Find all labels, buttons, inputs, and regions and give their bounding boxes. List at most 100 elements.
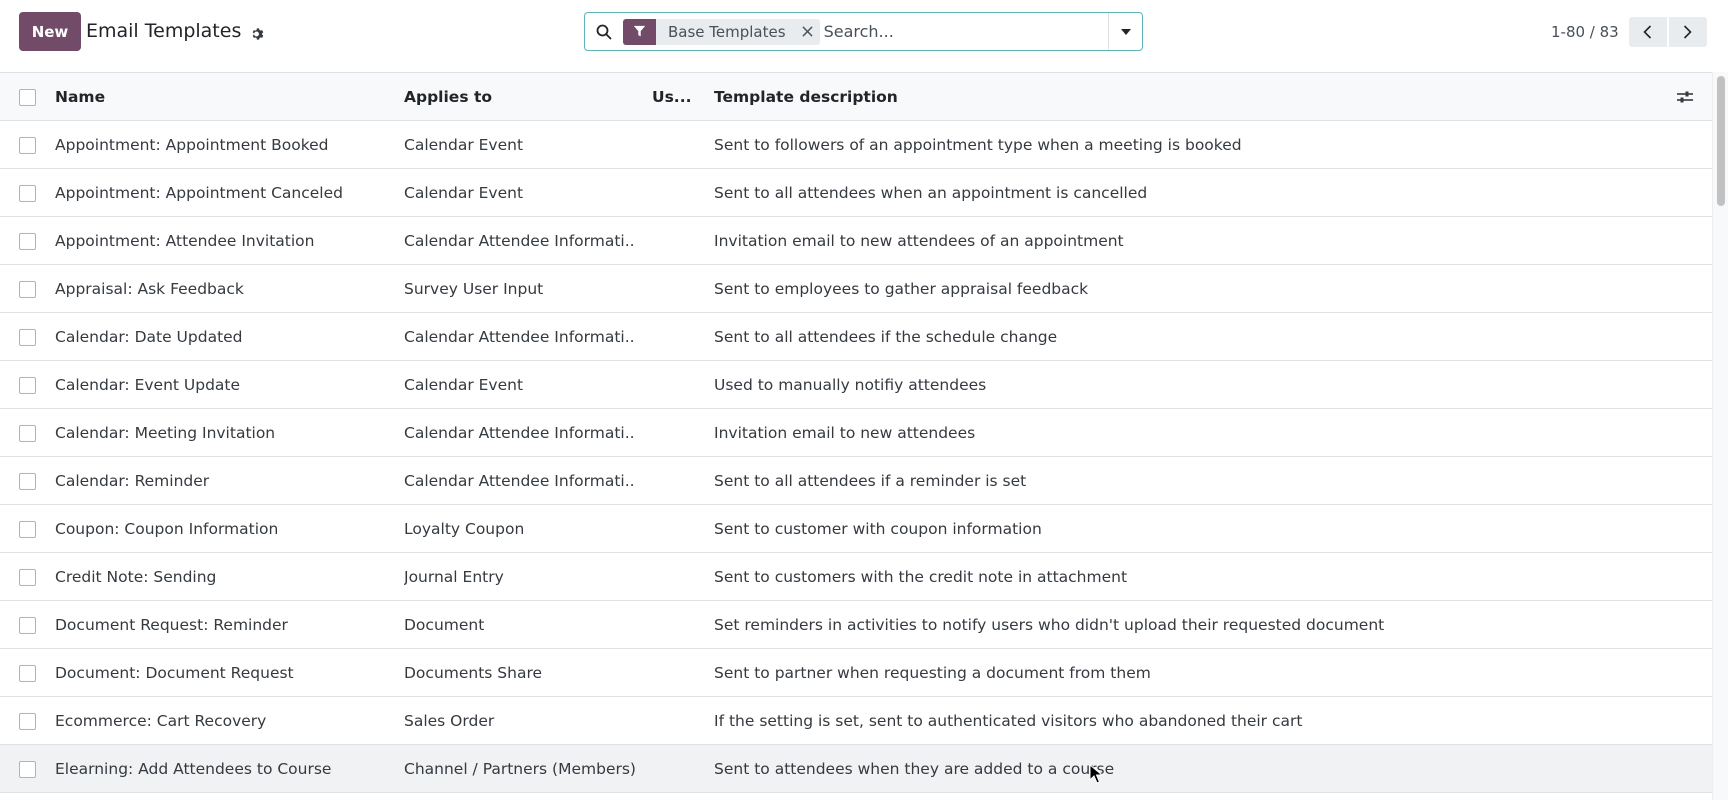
search-bar: Base Templates bbox=[584, 12, 1143, 51]
row-checkbox[interactable] bbox=[19, 761, 36, 778]
table-row[interactable]: Calendar: Date Updated Calendar Attendee … bbox=[0, 313, 1712, 361]
cell-name: Appointment: Appointment Booked bbox=[55, 136, 329, 154]
cell-applies-to: Document bbox=[404, 616, 485, 634]
chevron-left-icon bbox=[1643, 25, 1652, 39]
row-checkbox[interactable] bbox=[19, 713, 36, 730]
cell-applies-to: Calendar Event bbox=[404, 376, 524, 394]
cell-description: Sent to attendees when they are added to… bbox=[714, 760, 1115, 778]
cell-description: Invitation email to new attendees of an … bbox=[714, 232, 1124, 250]
column-header-name[interactable]: Name bbox=[55, 73, 395, 121]
column-header-used[interactable]: Us... bbox=[652, 73, 692, 121]
scrollbar[interactable] bbox=[1712, 72, 1728, 800]
search-icon[interactable] bbox=[585, 13, 623, 50]
cell-description: Set reminders in activities to notify us… bbox=[714, 616, 1385, 634]
pager-value[interactable]: 1-80 / 83 bbox=[1551, 23, 1619, 41]
cell-name: Appointment: Appointment Canceled bbox=[55, 184, 343, 202]
cell-description: Sent to followers of an appointment type… bbox=[714, 136, 1242, 154]
cell-applies-to: Survey User Input bbox=[404, 280, 544, 298]
cell-applies-to: Loyalty Coupon bbox=[404, 520, 525, 538]
cell-description: Sent to customer with coupon information bbox=[714, 520, 1042, 538]
pager-next-button[interactable] bbox=[1668, 17, 1707, 47]
cell-name: Coupon: Coupon Information bbox=[55, 520, 279, 538]
search-facet: Base Templates bbox=[623, 18, 820, 45]
sliders-icon[interactable] bbox=[1675, 87, 1695, 107]
row-checkbox[interactable] bbox=[19, 377, 36, 394]
cell-description: Sent to customers with the credit note i… bbox=[714, 568, 1128, 586]
row-checkbox[interactable] bbox=[19, 473, 36, 490]
filter-icon bbox=[623, 18, 656, 45]
cell-name: Document Request: Reminder bbox=[55, 616, 288, 634]
row-checkbox[interactable] bbox=[19, 185, 36, 202]
cell-description: Sent to partner when requesting a docume… bbox=[714, 664, 1151, 682]
table-row[interactable]: Document Request: Reminder Document Set re… bbox=[0, 601, 1712, 649]
control-panel: New Email Templates Base Templates 1-80 … bbox=[0, 0, 1728, 72]
table-row[interactable]: Document: Document Request Documents Shar… bbox=[0, 649, 1712, 697]
row-checkbox[interactable] bbox=[19, 617, 36, 634]
search-input[interactable] bbox=[819, 13, 1108, 50]
cell-name: Appraisal: Ask Feedback bbox=[55, 280, 244, 298]
cell-description: Sent to all attendees if a reminder is s… bbox=[714, 472, 1027, 490]
table-row[interactable]: Calendar: Reminder Calendar Attendee Info… bbox=[0, 457, 1712, 505]
cell-name: Appointment: Attendee Invitation bbox=[55, 232, 315, 250]
scrollbar-thumb[interactable] bbox=[1717, 76, 1725, 206]
pager: 1-80 / 83 bbox=[1551, 17, 1707, 47]
cell-description: Sent to employees to gather appraisal fe… bbox=[714, 280, 1089, 298]
table-row[interactable]: Appointment: Appointment Booked Calendar … bbox=[0, 121, 1712, 169]
row-checkbox[interactable] bbox=[19, 425, 36, 442]
page-title: Email Templates bbox=[86, 20, 242, 42]
row-checkbox[interactable] bbox=[19, 569, 36, 586]
cell-applies-to: Calendar Attendee Informati... bbox=[404, 424, 636, 442]
table-row[interactable]: Appointment: Attendee Invitation Calendar… bbox=[0, 217, 1712, 265]
select-all-checkbox[interactable] bbox=[19, 89, 36, 106]
cell-name: Calendar: Meeting Invitation bbox=[55, 424, 276, 442]
cell-name: Elearning: Add Attendees to Course bbox=[55, 760, 332, 778]
cell-description: Sent to all attendees if the schedule ch… bbox=[714, 328, 1058, 346]
chevron-right-icon bbox=[1684, 25, 1692, 39]
cell-applies-to: Documents Share bbox=[404, 664, 543, 682]
caret-down-icon[interactable] bbox=[1108, 13, 1142, 50]
row-checkbox[interactable] bbox=[19, 233, 36, 250]
close-icon[interactable] bbox=[796, 19, 820, 45]
new-button[interactable]: New bbox=[19, 12, 81, 51]
row-checkbox[interactable] bbox=[19, 329, 36, 346]
row-checkbox[interactable] bbox=[19, 521, 36, 538]
cell-description: Sent to all attendees when an appointmen… bbox=[714, 184, 1148, 202]
cell-name: Ecommerce: Cart Recovery bbox=[55, 712, 267, 730]
cell-description: If the setting is set, sent to authentic… bbox=[714, 712, 1303, 730]
gear-icon[interactable] bbox=[251, 24, 265, 40]
cell-name: Calendar: Reminder bbox=[55, 472, 210, 490]
table-header: Name Applies to Us... Template descripti… bbox=[0, 73, 1712, 121]
cell-description: Invitation email to new attendees bbox=[714, 424, 976, 442]
row-checkbox[interactable] bbox=[19, 137, 36, 154]
table-row[interactable]: Coupon: Coupon Information Loyalty Coupon… bbox=[0, 505, 1712, 553]
cell-applies-to: Calendar Attendee Informati... bbox=[404, 472, 636, 490]
table-row[interactable]: Calendar: Event Update Calendar Event Used… bbox=[0, 361, 1712, 409]
pager-previous-button[interactable] bbox=[1628, 17, 1667, 47]
table-row[interactable]: Credit Note: Sending Journal Entry Sent to… bbox=[0, 553, 1712, 601]
table-row[interactable]: Appointment: Appointment Canceled Calenda… bbox=[0, 169, 1712, 217]
list-view: Name Applies to Us... Template descripti… bbox=[0, 72, 1712, 800]
column-header-description[interactable]: Template description bbox=[714, 73, 1664, 121]
table-row[interactable]: Ecommerce: Cart Recovery Sales Order If th… bbox=[0, 697, 1712, 745]
facet-label: Base Templates bbox=[668, 22, 786, 41]
cell-applies-to: Channel / Partners (Members) bbox=[404, 760, 636, 778]
cell-description: Used to manually notifiy attendees bbox=[714, 376, 987, 394]
table-row[interactable]: Calendar: Meeting Invitation Calendar Att… bbox=[0, 409, 1712, 457]
cell-applies-to: Calendar Event bbox=[404, 136, 524, 154]
cell-applies-to: Sales Order bbox=[404, 712, 495, 730]
column-header-applies-to[interactable]: Applies to bbox=[404, 73, 636, 121]
breadcrumb: Email Templates bbox=[86, 20, 265, 42]
row-checkbox[interactable] bbox=[19, 281, 36, 298]
cell-applies-to: Calendar Attendee Informati... bbox=[404, 328, 636, 346]
cell-applies-to: Calendar Event bbox=[404, 184, 524, 202]
cell-name: Calendar: Date Updated bbox=[55, 328, 243, 346]
table-row[interactable]: Appraisal: Ask Feedback Survey User Input… bbox=[0, 265, 1712, 313]
cell-applies-to: Calendar Attendee Informati... bbox=[404, 232, 636, 250]
cell-name: Calendar: Event Update bbox=[55, 376, 241, 394]
table-row[interactable]: Elearning: Add Attendees to Course Channe… bbox=[0, 745, 1712, 793]
row-checkbox[interactable] bbox=[19, 665, 36, 682]
cell-name: Credit Note: Sending bbox=[55, 568, 217, 586]
cell-name: Document: Document Request bbox=[55, 664, 294, 682]
mouse-cursor-icon bbox=[1089, 764, 1103, 784]
cell-applies-to: Journal Entry bbox=[404, 568, 504, 586]
